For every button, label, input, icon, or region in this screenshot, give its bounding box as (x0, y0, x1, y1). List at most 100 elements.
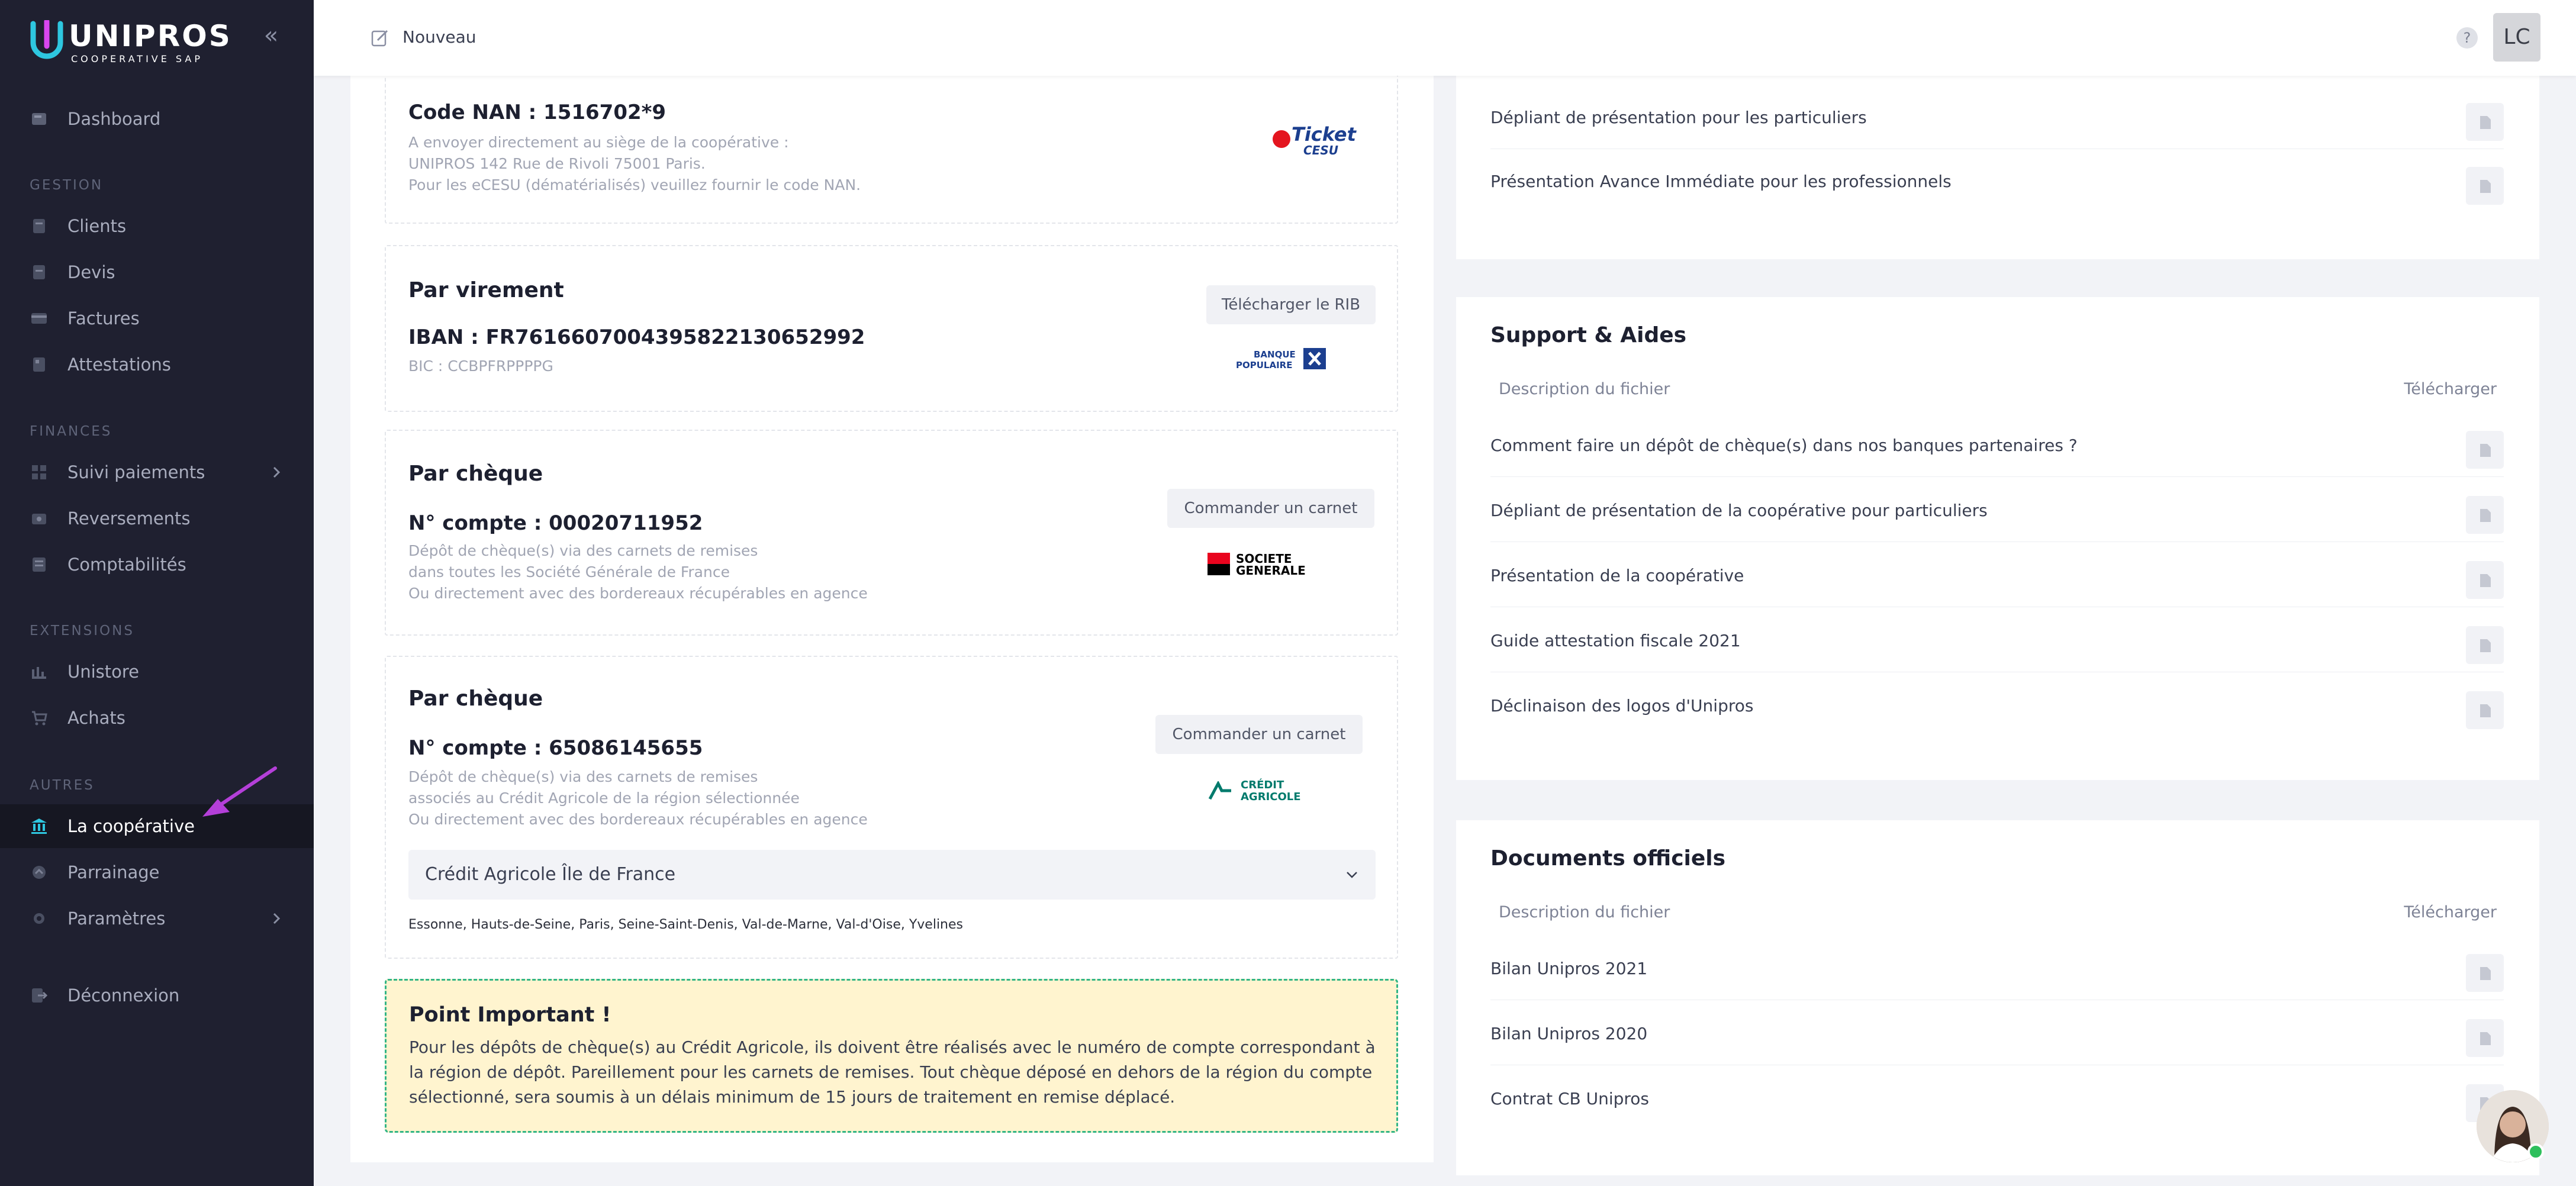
document-row: Guide attestation fiscale 2021 (1490, 608, 2504, 672)
section-title: Documents officiels (1490, 846, 1726, 871)
sidebar-item-label: Parrainage (67, 862, 160, 882)
sidebar-item-clients[interactable]: Clients (0, 204, 314, 248)
order-checkbook-button[interactable]: Commander un carnet (1155, 715, 1363, 754)
file-icon (2480, 116, 2491, 129)
online-status-dot (2527, 1143, 2544, 1160)
sidebar-item-parrainage[interactable]: Parrainage (0, 850, 314, 894)
sidebar-item-parametres[interactable]: Paramètres (0, 897, 314, 940)
bp-logo-line2: POPULAIRE (1236, 360, 1293, 370)
logo-text: UNIPROS (69, 19, 232, 53)
unipros-logo[interactable]: UNIPROS COOPERATIVE SAP (28, 20, 230, 65)
sidebar-item-attestations[interactable]: Attestations (0, 343, 314, 386)
sidebar-item-devis[interactable]: Devis (0, 250, 314, 294)
chevron-right-icon (273, 466, 281, 478)
sidebar-item-dashboard[interactable]: Dashboard (0, 97, 314, 141)
cesu-dot-icon (1273, 130, 1290, 148)
file-icon (2480, 180, 2491, 193)
societe-generale-logo: SOCIETE GENERALE (1208, 552, 1326, 578)
credit-agricole-logo: CRÉDIT AGRICOLE (1208, 779, 1326, 805)
collapse-sidebar-icon[interactable]: « (259, 24, 283, 47)
download-file-button[interactable] (2466, 561, 2504, 599)
sidebar-item-label: Devis (67, 262, 115, 282)
sidebar-item-factures[interactable]: Factures (0, 296, 314, 340)
sidebar-item-reversements[interactable]: Reversements (0, 497, 314, 540)
official-documents-card: Documents officiels Description du fichi… (1456, 820, 2539, 1175)
document-name: Présentation Avance Immédiate pour les p… (1490, 172, 1952, 191)
document-name: Présentation de la coopérative (1490, 566, 1744, 585)
download-file-button[interactable] (2466, 103, 2504, 141)
card-title: Par chèque (408, 462, 543, 486)
sidebar-item-label: Clients (67, 216, 127, 236)
document-name: Bilan Unipros 2021 (1490, 959, 1648, 978)
download-rib-button[interactable]: Télécharger le RIB (1206, 285, 1376, 324)
sidebar-item-label: La coopérative (67, 816, 195, 836)
dashboard-icon (32, 113, 46, 125)
bp-logo-line1: BANQUE (1254, 349, 1296, 360)
attestations-icon (33, 357, 45, 372)
document-row: Contrat CB Unipros (1490, 1066, 2504, 1130)
sidebar-item-label: Suivi paiements (67, 462, 205, 482)
download-file-button[interactable] (2466, 167, 2504, 205)
payment-methods-panel: Code NAN : 1516702*9 A envoyer directeme… (350, 52, 1434, 1162)
ticket-cesu-logo: Ticket CESU (1271, 123, 1356, 159)
document-name: Contrat CB Unipros (1490, 1089, 1650, 1108)
sidebar-item-deconnexion[interactable]: Déconnexion (0, 974, 314, 1017)
document-name: Bilan Unipros 2020 (1490, 1024, 1648, 1043)
download-file-button[interactable] (2466, 691, 2504, 729)
notice-title: Point Important ! (409, 1003, 611, 1027)
bic: BIC : CCBPFRPPPPG (408, 357, 553, 375)
sidebar-item-label: Déconnexion (67, 985, 180, 1005)
important-notice: Point Important ! Pour les dépôts de chè… (385, 979, 1398, 1133)
document-name: Déclinaison des logos d'Unipros (1490, 696, 1754, 716)
cesu-logo-sub: CESU (1303, 143, 1338, 157)
clients-icon (33, 219, 45, 233)
download-file-button[interactable] (2466, 496, 2504, 534)
column-header-download: Télécharger (2404, 903, 2497, 921)
sidebar-item-suivi-paiements[interactable]: Suivi paiements (0, 450, 314, 494)
sidebar-item-label: Factures (67, 308, 140, 328)
card-title: Par chèque (408, 687, 543, 711)
sidebar: UNIPROS COOPERATIVE SAP « Dashboard GEST… (0, 0, 314, 1186)
download-file-button[interactable] (2466, 431, 2504, 469)
support-card: Support & Aides Description du fichier T… (1456, 297, 2539, 780)
new-button[interactable]: Nouveau (402, 27, 476, 47)
document-row: Présentation Avance Immédiate pour les p… (1490, 149, 2504, 213)
unipros-logo-icon (30, 20, 63, 59)
iban: IBAN : FR7616607004395822130652992 (408, 325, 865, 349)
user-avatar[interactable]: LC (2493, 13, 2540, 62)
nan-code: Code NAN : 1516702*9 (408, 101, 666, 124)
section-title-extensions: EXTENSIONS (30, 623, 134, 639)
file-icon (2480, 704, 2491, 717)
region-select[interactable]: Crédit Agricole Île de France (408, 850, 1376, 900)
cheque-ca-card: Par chèque Commander un carnet N° compte… (385, 656, 1398, 959)
achats-icon (32, 711, 47, 726)
sidebar-item-unistore[interactable]: Unistore (0, 650, 314, 694)
sidebar-item-label: Dashboard (67, 109, 161, 129)
sidebar-item-label: Attestations (67, 354, 171, 375)
section-title-finances: FINANCES (30, 424, 112, 439)
card-title: Par virement (408, 278, 564, 302)
comptabilites-icon (33, 557, 46, 572)
documents-card-top: Dépliant de présentation pour les partic… (1456, 76, 2539, 259)
topbar: Nouveau ? LC (314, 0, 2576, 76)
column-header-description: Description du fichier (1499, 380, 1670, 398)
order-checkbook-button[interactable]: Commander un carnet (1167, 489, 1374, 528)
document-row: Bilan Unipros 2021 (1490, 936, 2504, 1000)
download-file-button[interactable] (2466, 954, 2504, 992)
sidebar-item-achats[interactable]: Achats (0, 696, 314, 740)
download-file-button[interactable] (2466, 1019, 2504, 1057)
document-row: Présentation de la coopérative (1490, 543, 2504, 607)
region-departments: Essonne, Hauts-de-Seine, Paris, Seine-Sa… (408, 917, 963, 932)
cesu-line: A envoyer directement au siège de la coo… (408, 134, 789, 151)
edit-icon[interactable] (371, 28, 389, 47)
bp-mark-icon (1303, 348, 1326, 369)
devis-icon (33, 265, 45, 279)
sidebar-item-comptabilites[interactable]: Comptabilités (0, 543, 314, 586)
parrainage-icon (33, 866, 46, 879)
section-title-autres: AUTRES (30, 778, 95, 793)
sidebar-item-label: Reversements (67, 508, 191, 528)
sidebar-item-label: Comptabilités (67, 555, 186, 575)
download-file-button[interactable] (2466, 626, 2504, 664)
cheque-sg-card: Par chèque Commander un carnet N° compte… (385, 430, 1398, 636)
help-icon[interactable]: ? (2456, 27, 2478, 49)
